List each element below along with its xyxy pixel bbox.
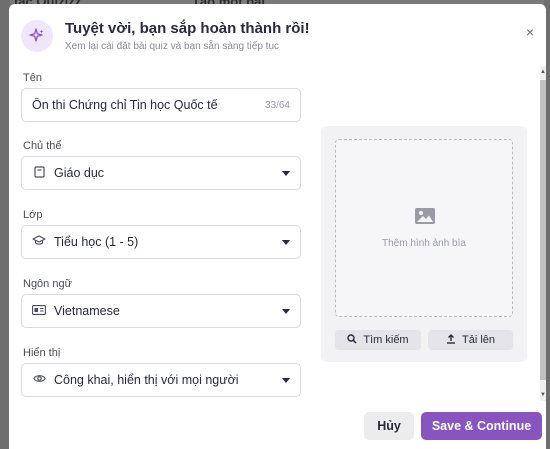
cover-image-dropzone[interactable]: Thêm hình ảnh bìa bbox=[335, 139, 513, 317]
grade-value: Tiểu học (1 - 5) bbox=[54, 235, 139, 249]
grade-label: Lớp bbox=[23, 209, 43, 221]
modal-footer: Hủy Save & Continue bbox=[9, 401, 546, 449]
name-input[interactable]: Ôn thi Chứng chỉ Tin học Quốc tế 33/64 bbox=[21, 88, 301, 122]
graduation-cap-icon bbox=[32, 235, 46, 249]
search-icon bbox=[347, 333, 357, 347]
subject-label: Chủ thể bbox=[23, 140, 62, 152]
language-label: Ngôn ngữ bbox=[23, 278, 72, 290]
name-char-count: 33/64 bbox=[264, 99, 290, 111]
upload-image-label: Tải lên bbox=[461, 334, 496, 346]
cancel-button[interactable]: Hủy bbox=[364, 412, 414, 440]
modal-body: Tên Ôn thi Chứng chỉ Tin học Quốc tế 33/… bbox=[9, 66, 546, 401]
chevron-down-icon bbox=[282, 239, 290, 245]
upload-image-button[interactable]: Tải lên bbox=[428, 330, 513, 350]
visibility-dropdown[interactable]: Công khai, hiển thị với mọi người bbox=[21, 363, 301, 397]
close-icon[interactable]: × bbox=[522, 24, 538, 40]
modal-scrollbar[interactable]: ▲ ▼ bbox=[540, 66, 546, 401]
chevron-down-icon bbox=[282, 377, 290, 383]
upload-icon bbox=[446, 333, 456, 347]
name-label: Tên bbox=[23, 72, 42, 84]
search-image-button[interactable]: Tìm kiếm bbox=[335, 330, 421, 350]
chevron-down-icon bbox=[282, 170, 290, 176]
grade-dropdown[interactable]: Tiểu học (1 - 5) bbox=[21, 225, 301, 259]
scroll-down-icon[interactable]: ▼ bbox=[540, 391, 546, 399]
cover-image-placeholder: Thêm hình ảnh bìa bbox=[382, 238, 466, 249]
modal-header: Tuyệt vời, bạn sắp hoàn thành rồi! Xem l… bbox=[9, 4, 546, 66]
book-icon bbox=[32, 165, 46, 181]
chevron-down-icon bbox=[282, 308, 290, 314]
subject-dropdown[interactable]: Giáo dục bbox=[21, 156, 301, 190]
name-value: Ôn thi Chứng chỉ Tin học Quốc tế bbox=[32, 98, 218, 112]
cover-image-panel: Thêm hình ảnh bìa Tìm kiếm Tải lên bbox=[321, 126, 527, 362]
quiz-settings-modal: Tuyệt vời, bạn sắp hoàn thành rồi! Xem l… bbox=[9, 4, 546, 449]
visibility-value: Công khai, hiển thị với mọi người bbox=[54, 373, 239, 387]
search-image-label: Tìm kiếm bbox=[363, 334, 409, 346]
save-continue-button[interactable]: Save & Continue bbox=[421, 412, 542, 440]
scroll-thumb[interactable] bbox=[540, 80, 546, 380]
language-icon bbox=[32, 304, 46, 318]
sparkle-icon bbox=[21, 20, 53, 52]
subject-value: Giáo dục bbox=[54, 166, 105, 180]
scroll-up-icon[interactable]: ▲ bbox=[540, 68, 546, 76]
modal-subtitle: Xem lại cài đặt bài quiz và bạn sẵn sàng… bbox=[65, 41, 280, 52]
eye-icon bbox=[32, 374, 46, 386]
visibility-label: Hiển thị bbox=[23, 347, 61, 359]
language-value: Vietnamese bbox=[54, 304, 120, 318]
language-dropdown[interactable]: Vietnamese bbox=[21, 294, 301, 328]
modal-title: Tuyệt vời, bạn sắp hoàn thành rồi! bbox=[65, 20, 310, 37]
image-icon bbox=[415, 208, 435, 224]
